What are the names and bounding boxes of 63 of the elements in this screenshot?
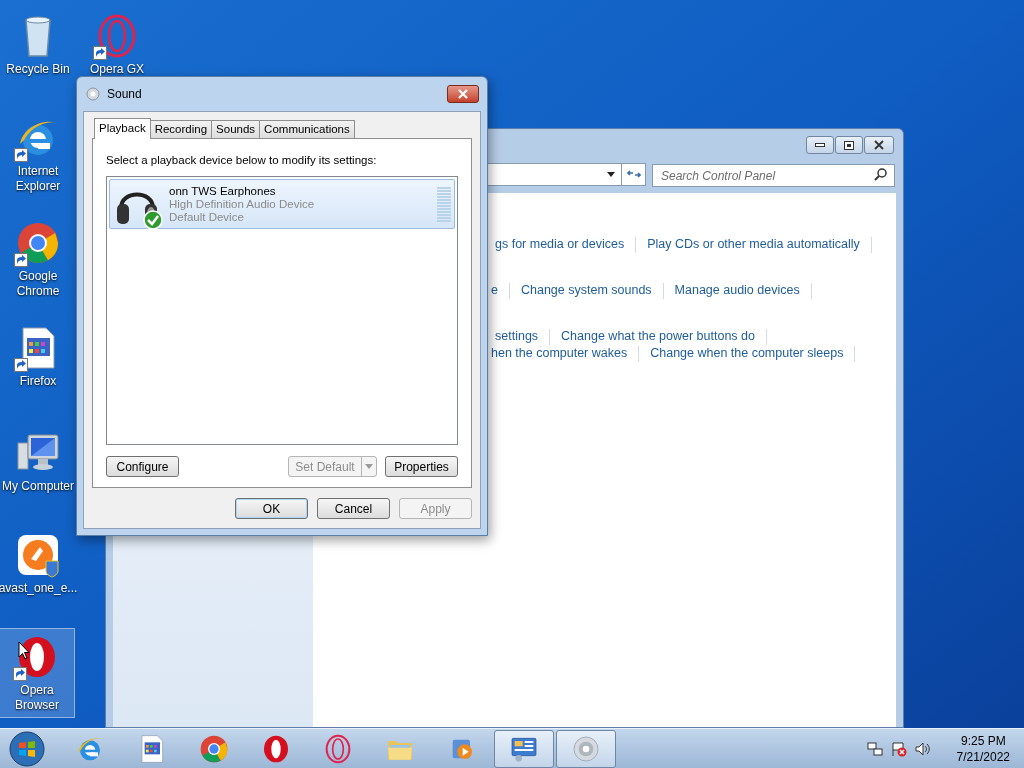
desktop-shortcut[interactable]: Opera Browser	[0, 628, 75, 718]
search-field[interactable]: Search Control Panel	[652, 164, 895, 187]
device-status: Default Device	[169, 210, 245, 224]
taskbar-button[interactable]	[494, 729, 554, 768]
clock-time[interactable]: 9:25 PM	[960, 732, 1006, 749]
restore-icon	[844, 140, 854, 150]
task-link[interactable]: hen the computer wakes	[491, 344, 628, 363]
desktop-icon-label: Recycle Bin	[6, 62, 70, 77]
windows-orb-icon	[9, 730, 45, 767]
task-link[interactable]: Change when the computer sleeps	[650, 344, 844, 363]
close-icon	[458, 89, 468, 99]
desktop-shortcut[interactable]: Internet Explorer	[0, 110, 76, 198]
desktop-shortcut[interactable]: Firefox	[0, 320, 76, 393]
dialog-button[interactable]: Cancel	[317, 498, 390, 519]
desktop-icon-label: My Computer	[2, 479, 74, 494]
network-icon	[866, 740, 883, 757]
properties-button[interactable]: Properties	[385, 456, 458, 477]
clock-date[interactable]: 7/21/2022	[956, 748, 1010, 765]
device-driver: High Definition Audio Device	[169, 197, 316, 211]
close-button[interactable]	[447, 85, 479, 103]
device-row[interactable]: onn TWS Earphones High Definition Audio Device Default Device	[109, 179, 455, 230]
maximize-button[interactable]	[835, 136, 863, 154]
task-link[interactable]: Change what the power buttons do	[561, 327, 755, 346]
tab[interactable]: Playback	[94, 118, 151, 139]
device-name: onn TWS Earphones	[169, 184, 277, 198]
task-link[interactable]: e	[491, 281, 498, 300]
task-link[interactable]: Change system sounds	[520, 281, 652, 300]
configure-button[interactable]: Configure	[106, 456, 179, 477]
tab[interactable]: Recording	[149, 120, 213, 138]
caret-icon	[365, 464, 373, 469]
task-link[interactable]: Manage audio devices	[674, 281, 800, 300]
instruction-text: Select a playback device below to modify its settings:	[106, 153, 378, 168]
task-link[interactable]: gs for media or devices	[495, 235, 625, 254]
tab[interactable]: Communications	[259, 120, 355, 138]
mouse-pointer-icon	[18, 641, 30, 660]
tab[interactable]: Sounds	[211, 120, 261, 138]
speaker-icon	[85, 86, 101, 102]
desktop-icon-label: Opera GX	[90, 62, 144, 77]
desktop-icon-label: avast_one_e...	[0, 581, 78, 596]
desktop-shortcut[interactable]: My Computer	[0, 425, 76, 498]
refresh-icon	[626, 168, 641, 180]
desktop-shortcut[interactable]: Opera GX	[79, 8, 155, 81]
close-icon	[874, 140, 884, 150]
desktop-shortcut[interactable]: Google Chrome	[0, 215, 76, 303]
search-icon	[874, 167, 887, 181]
flag-warning-icon	[890, 740, 907, 757]
dropdown-caret-icon	[607, 171, 615, 177]
task-link[interactable]: Play CDs or other media automatically	[647, 235, 860, 254]
desktop-icon-label: Firefox	[19, 374, 57, 389]
minimize-button[interactable]	[806, 136, 834, 154]
volume-meter	[437, 186, 451, 222]
desktop-shortcut[interactable]: Recycle Bin	[0, 8, 76, 81]
desktop-icon-label: Google Chrome	[15, 269, 61, 299]
desktop-icon-label: Opera Browser	[14, 683, 60, 713]
dialog-button[interactable]: OK	[235, 498, 308, 519]
task-link[interactable]: settings	[495, 327, 539, 346]
minimize-icon	[815, 143, 825, 147]
desktop-shortcut[interactable]: avast_one_e...	[0, 527, 76, 600]
taskbar-button[interactable]	[556, 729, 616, 768]
close-button[interactable]	[864, 136, 894, 154]
volume-icon	[914, 740, 931, 757]
desktop-icon-label: Internet Explorer	[14, 164, 62, 194]
window-title: Sound	[107, 86, 143, 103]
